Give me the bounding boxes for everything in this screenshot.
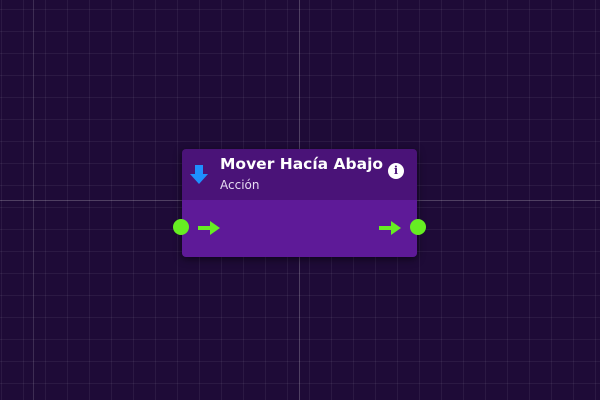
output-port[interactable] <box>410 219 426 235</box>
node-subtitle: Acción <box>220 178 260 192</box>
node-header[interactable]: Mover Hacía Abajo Acción i <box>182 149 417 200</box>
info-icon[interactable]: i <box>388 163 404 179</box>
arrow-down-icon <box>190 164 208 186</box>
flow-in-arrow-icon <box>198 220 220 235</box>
input-port[interactable] <box>173 219 189 235</box>
node-title: Mover Hacía Abajo <box>220 155 384 173</box>
flow-out-arrow-icon <box>379 220 401 235</box>
action-node[interactable]: Mover Hacía Abajo Acción i <box>173 149 426 257</box>
graph-canvas[interactable]: Mover Hacía Abajo Acción i <box>0 0 600 400</box>
